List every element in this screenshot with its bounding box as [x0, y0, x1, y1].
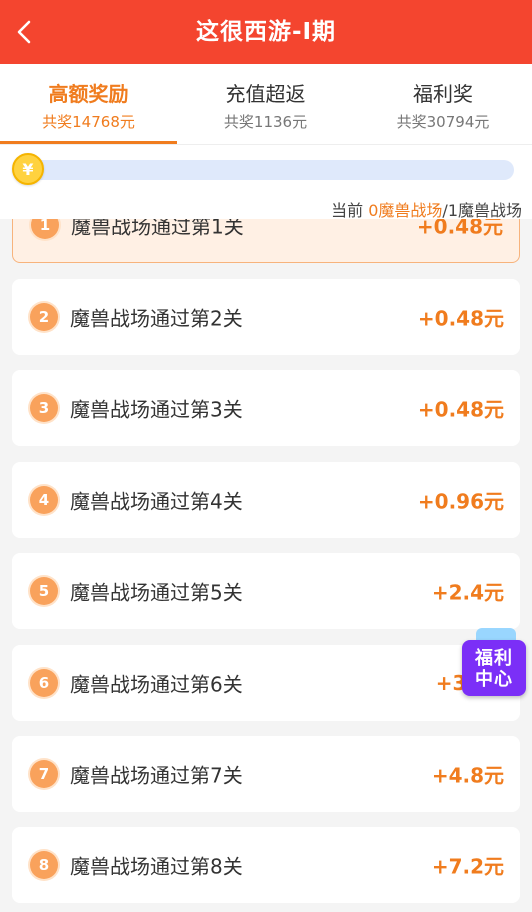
task-label: 魔兽战场通过第4关	[70, 489, 243, 514]
task-reward: +0.48元	[417, 397, 504, 422]
task-card[interactable]: 8 魔兽战场通过第8关 +7.2元	[12, 827, 520, 903]
progress-prefix: 当前	[331, 201, 369, 220]
task-reward: +2.4元	[431, 580, 504, 605]
task-reward: +4.8元	[431, 763, 504, 788]
progress-current: 0魔兽战场	[368, 201, 443, 220]
tab-high-reward[interactable]: 高额奖励 共奖14768元	[0, 64, 177, 144]
task-label: 魔兽战场通过第1关	[71, 219, 244, 239]
tab-label: 高额奖励	[48, 82, 129, 106]
task-number-badge: 6	[30, 669, 58, 697]
task-list: 1 魔兽战场通过第1关 +0.48元 2 魔兽战场通过第2关 +0.48元 3 …	[0, 219, 532, 912]
tab-total: 共奖14768元	[42, 113, 135, 131]
task-number-badge: 5	[30, 577, 58, 605]
progress-goal: /1魔兽战场	[442, 201, 522, 220]
task-label: 魔兽战场通过第3关	[70, 397, 243, 422]
task-number-badge: 1	[31, 219, 59, 239]
task-card[interactable]: 4 魔兽战场通过第4关 +0.96元	[12, 462, 520, 538]
tab-recharge-rebate[interactable]: 充值超返 共奖1136元	[177, 64, 354, 144]
tab-label: 充值超返	[225, 82, 306, 106]
progress-status: 当前 0魔兽战场/1魔兽战场	[331, 197, 522, 221]
tab-total: 共奖1136元	[223, 113, 308, 131]
task-label: 魔兽战场通过第7关	[70, 763, 243, 788]
task-number-badge: 3	[30, 394, 58, 422]
task-reward: +0.96元	[417, 489, 504, 514]
task-card[interactable]: 1 魔兽战场通过第1关 +0.48元	[12, 219, 520, 263]
task-reward: +0.48元	[417, 306, 504, 331]
welfare-line-2: 中心	[475, 669, 513, 690]
task-reward: +0.48元	[416, 219, 503, 239]
active-tab-indicator	[0, 141, 177, 144]
task-card[interactable]: 6 魔兽战场通过第6关 +3.	[12, 645, 520, 721]
task-number-badge: 8	[30, 851, 58, 879]
tab-total: 共奖30794元	[396, 113, 490, 131]
coin-glyph: ¥	[22, 159, 34, 179]
task-card[interactable]: 3 魔兽战场通过第3关 +0.48元	[12, 370, 520, 446]
task-reward: +7.2元	[431, 854, 504, 879]
tab-label: 福利奖	[413, 82, 473, 106]
task-label: 魔兽战场通过第6关	[70, 672, 243, 697]
welfare-line-1: 福利	[475, 648, 513, 669]
app-header: 这很西游-I期	[0, 0, 532, 64]
yuan-coin-icon: ¥	[12, 153, 44, 185]
task-number-badge: 7	[30, 760, 58, 788]
welfare-center-button[interactable]: 福利 中心	[458, 628, 530, 698]
reward-tabs: 高额奖励 共奖14768元 充值超返 共奖1136元 福利奖 共奖30794元	[0, 64, 532, 145]
task-card[interactable]: 7 魔兽战场通过第7关 +4.8元	[12, 736, 520, 812]
task-card[interactable]: 2 魔兽战场通过第2关 +0.48元	[12, 279, 520, 355]
welfare-center-label: 福利 中心	[462, 648, 526, 690]
task-card[interactable]: 5 魔兽战场通过第5关 +2.4元	[12, 553, 520, 629]
tab-welfare-reward[interactable]: 福利奖 共奖30794元	[354, 64, 532, 144]
page-title: 这很西游-I期	[195, 19, 337, 45]
progress-bar	[14, 160, 514, 180]
progress-section: ¥ 当前 0魔兽战场/1魔兽战场	[0, 145, 532, 221]
task-number-badge: 4	[30, 486, 58, 514]
task-label: 魔兽战场通过第8关	[70, 854, 243, 879]
task-number-badge: 2	[30, 303, 58, 331]
task-label: 魔兽战场通过第5关	[70, 580, 243, 605]
task-label: 魔兽战场通过第2关	[70, 306, 243, 331]
